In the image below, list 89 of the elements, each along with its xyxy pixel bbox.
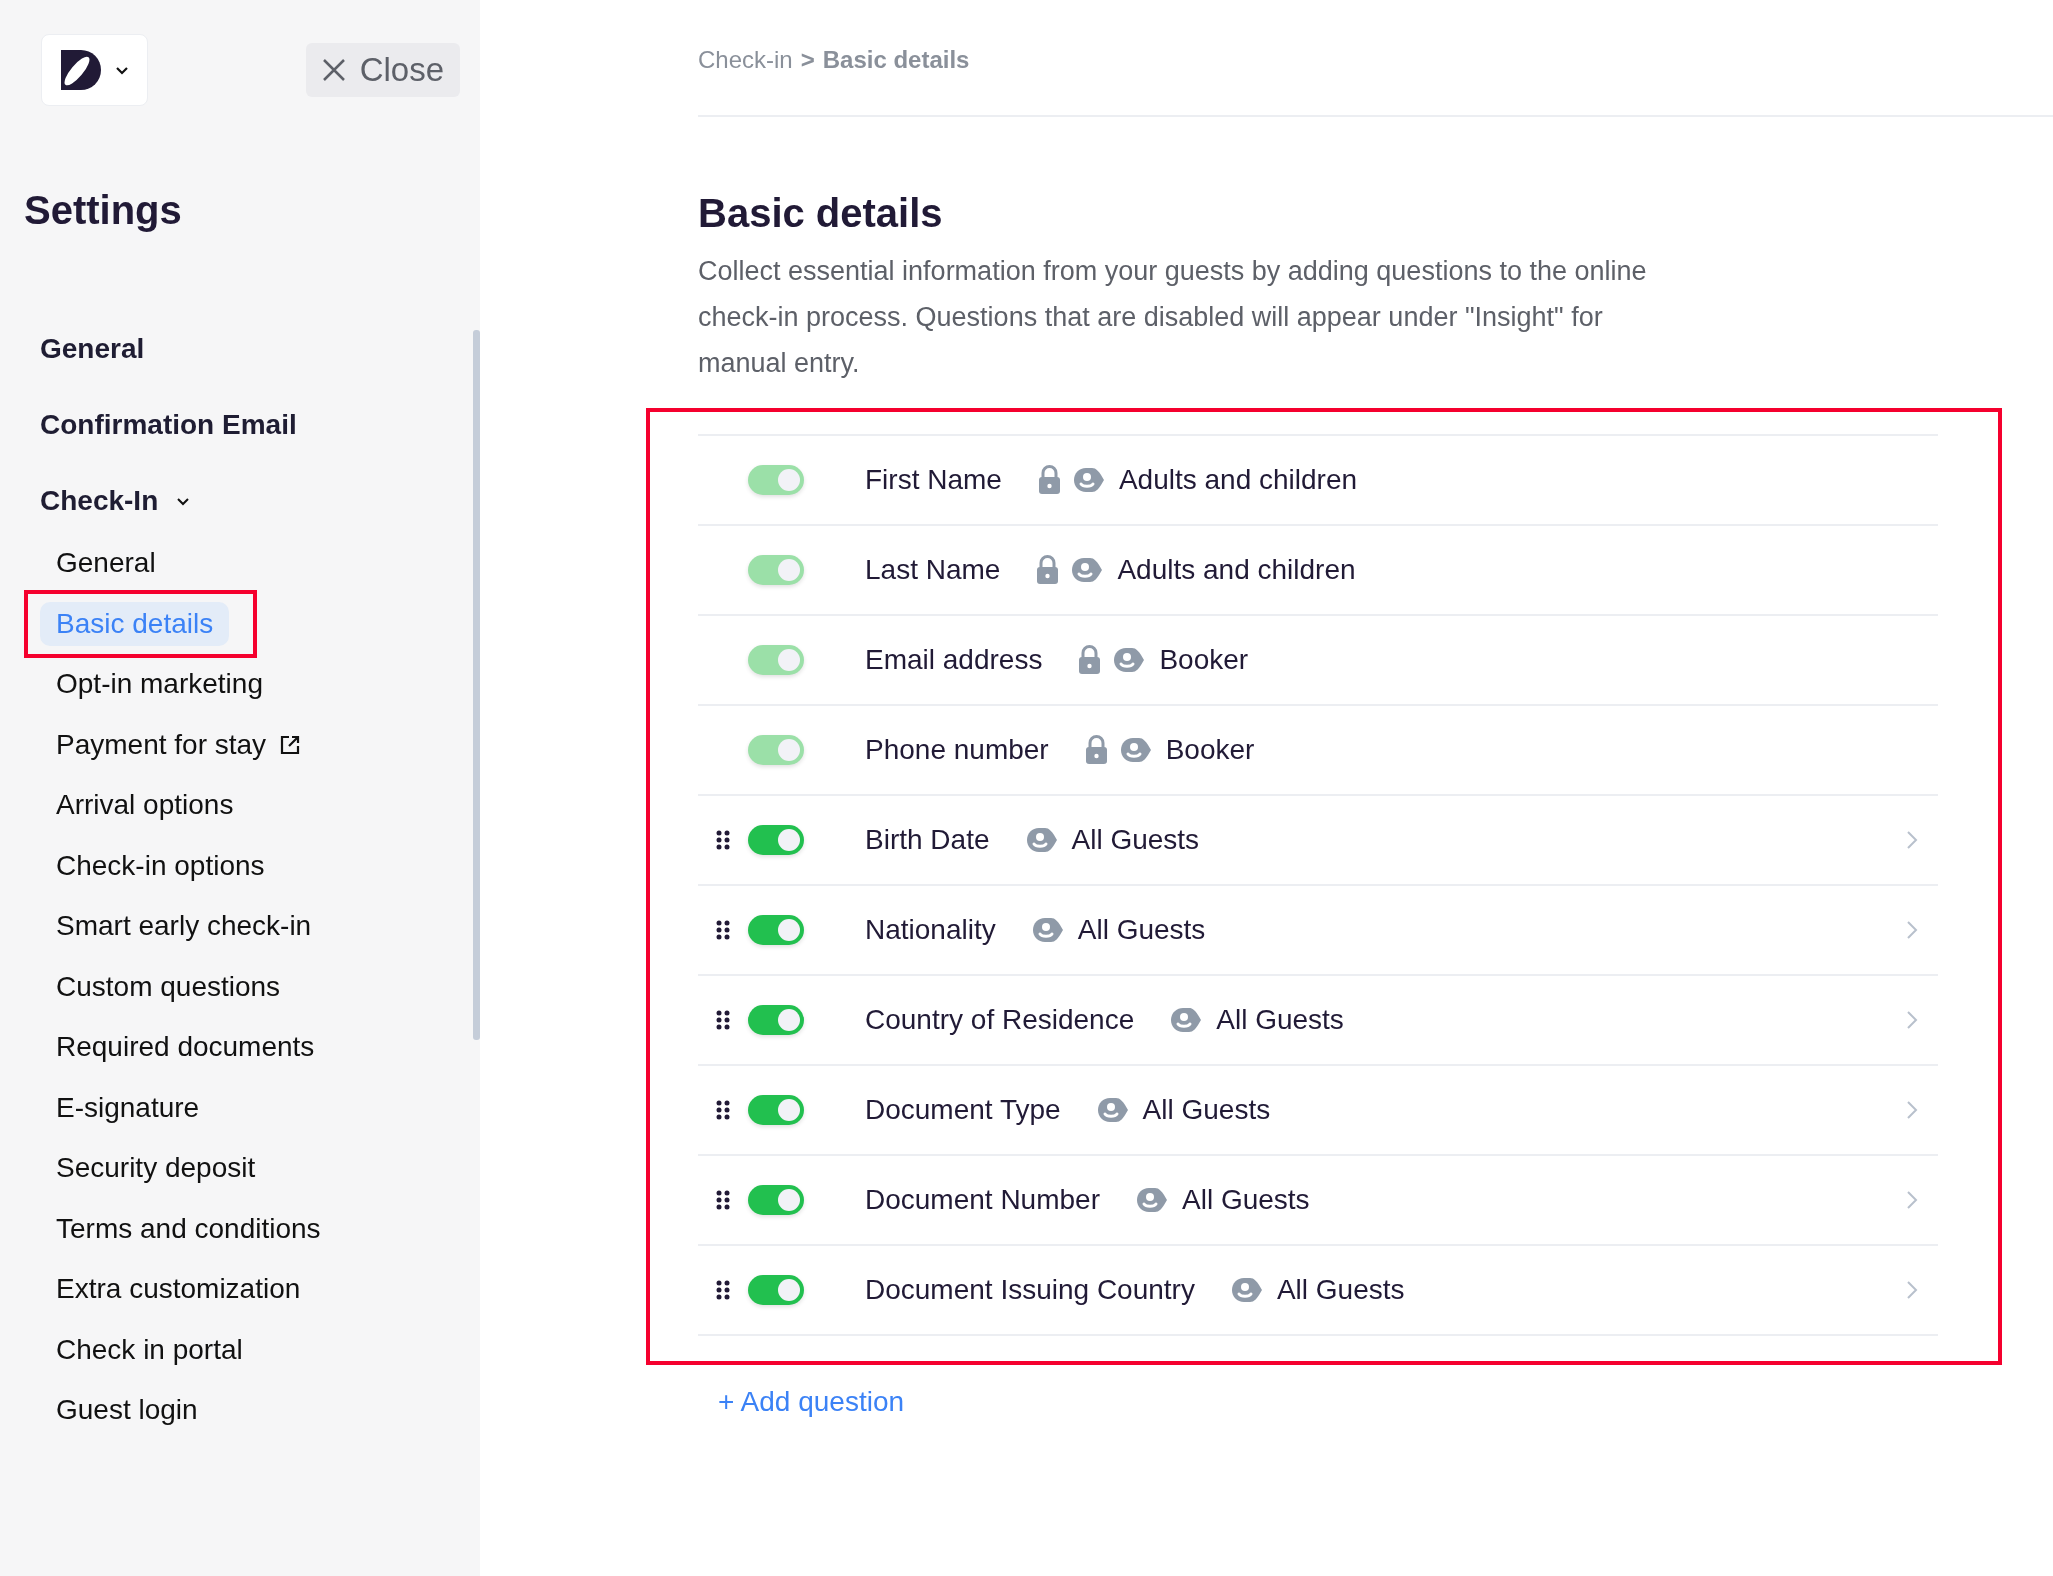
drag-handle-icon[interactable]	[716, 1280, 730, 1300]
audience-label: All Guests	[1276, 1274, 1405, 1306]
toggle-switch[interactable]	[748, 825, 804, 855]
sidebar-item[interactable]: Check-in options	[40, 843, 281, 888]
question-label: Document Number	[865, 1184, 1100, 1216]
add-question-link[interactable]: + Add question	[718, 1386, 905, 1418]
person-tag-icon	[1113, 647, 1146, 673]
sidebar-item[interactable]: Opt-in marketing	[40, 662, 279, 707]
person-tag-icon	[1119, 737, 1152, 763]
sidebar-item[interactable]: Guest login	[40, 1388, 214, 1433]
sidebar-item[interactable]: General	[40, 541, 172, 586]
chevron-right-icon[interactable]	[1906, 1280, 1918, 1300]
audience-label: Booker	[1165, 734, 1255, 766]
drag-handle-icon[interactable]	[716, 830, 730, 850]
audience-label: Adults and children	[1118, 464, 1358, 496]
question-label: Country of Residence	[865, 1004, 1135, 1036]
lock-icon	[1084, 735, 1108, 765]
sidebar-item[interactable]: Smart early check-in	[40, 904, 328, 949]
toggle-switch[interactable]	[748, 465, 804, 495]
question-label: Email address	[865, 644, 1043, 676]
section-label: General	[40, 333, 145, 365]
audience-label: Adults and children	[1117, 554, 1356, 586]
toggle-switch[interactable]	[748, 1005, 804, 1035]
drag-handle-icon[interactable]	[716, 1190, 730, 1210]
audience-label: All Guests	[1142, 1094, 1271, 1126]
page-description: Collect essential information from your guests by adding questions to the online check-in process. Questions that are disabled will appear under "Insight" for manual entry.	[698, 255, 1648, 380]
section-label: Confirmation Email	[40, 409, 297, 441]
question-label: Phone number	[865, 734, 1049, 766]
sidebar-item[interactable]: Extra customization	[40, 1267, 317, 1312]
person-tag-icon	[1136, 1187, 1168, 1213]
question-label: Nationality	[865, 914, 996, 946]
person-tag-icon	[1230, 1277, 1263, 1303]
chevron-down-icon	[114, 65, 129, 75]
person-tag-icon	[1025, 827, 1058, 853]
audience-label: Booker	[1159, 644, 1249, 676]
question-label: Last Name	[865, 554, 1001, 586]
person-tag-icon	[1071, 557, 1104, 583]
question-label: Birth Date	[865, 824, 990, 856]
page-title: Basic details	[698, 191, 944, 236]
question-label: Document Issuing Country	[865, 1274, 1195, 1306]
chevron-right-icon[interactable]	[1906, 920, 1918, 940]
sidebar-item[interactable]: Arrival options	[40, 783, 250, 828]
breadcrumb-separator: >	[800, 45, 815, 74]
sidebar-item[interactable]: Security deposit	[40, 1146, 272, 1191]
toggle-switch[interactable]	[748, 1185, 804, 1215]
audience-label: All Guests	[1077, 914, 1206, 946]
audience-label: All Guests	[1182, 1184, 1310, 1216]
lock-icon	[1037, 465, 1061, 495]
sidebar-item[interactable]: E-signature	[40, 1085, 216, 1130]
logo-menu-button[interactable]	[41, 34, 148, 106]
chevron-right-icon[interactable]	[1906, 1190, 1918, 1210]
chevron-right-icon[interactable]	[1906, 1100, 1918, 1120]
logo-icon	[60, 50, 101, 90]
person-tag-icon	[1072, 467, 1105, 493]
sidebar-item[interactable]: Check in portal	[40, 1327, 259, 1372]
audience-label: All Guests	[1216, 1004, 1344, 1036]
person-tag-icon	[1031, 917, 1064, 943]
sidebar-item[interactable]: Terms and conditions	[40, 1206, 337, 1251]
drag-handle-icon[interactable]	[716, 1100, 730, 1120]
sidebar-item[interactable]: Required documents	[40, 1025, 331, 1070]
toggle-switch[interactable]	[748, 735, 804, 765]
toggle-switch[interactable]	[748, 555, 804, 585]
breadcrumb-current: Basic details	[822, 45, 970, 74]
sidebar-item[interactable]: Payment for stay	[40, 722, 317, 767]
toggle-switch[interactable]	[748, 645, 804, 675]
person-tag-icon	[1170, 1007, 1203, 1033]
lock-icon	[1078, 645, 1102, 675]
lock-icon	[1036, 555, 1060, 585]
person-tag-icon	[1096, 1097, 1129, 1123]
toggle-switch[interactable]	[748, 915, 804, 945]
chevron-right-icon[interactable]	[1906, 1010, 1918, 1030]
chevron-right-icon[interactable]	[1906, 830, 1918, 850]
drag-handle-icon[interactable]	[716, 920, 730, 940]
question-label: Document Type	[865, 1094, 1061, 1126]
scrollbar[interactable]	[473, 330, 480, 1040]
toggle-switch[interactable]	[748, 1275, 804, 1305]
external-link-icon	[280, 734, 301, 755]
section-label: Check-In	[40, 485, 159, 517]
sidebar-section[interactable]: Confirmation Email	[24, 387, 297, 463]
close-icon	[321, 58, 346, 82]
close-button[interactable]: Close	[305, 43, 460, 97]
drag-handle-icon[interactable]	[716, 1010, 730, 1030]
sidebar-section[interactable]: General	[24, 311, 145, 387]
settings-title: Settings	[24, 188, 183, 233]
question-label: First Name	[865, 464, 1002, 496]
toggle-switch[interactable]	[748, 1095, 804, 1125]
sidebar-section[interactable]: Check-In	[24, 463, 191, 539]
audience-label: All Guests	[1071, 824, 1200, 856]
sidebar-item[interactable]: Custom questions	[40, 964, 297, 1009]
